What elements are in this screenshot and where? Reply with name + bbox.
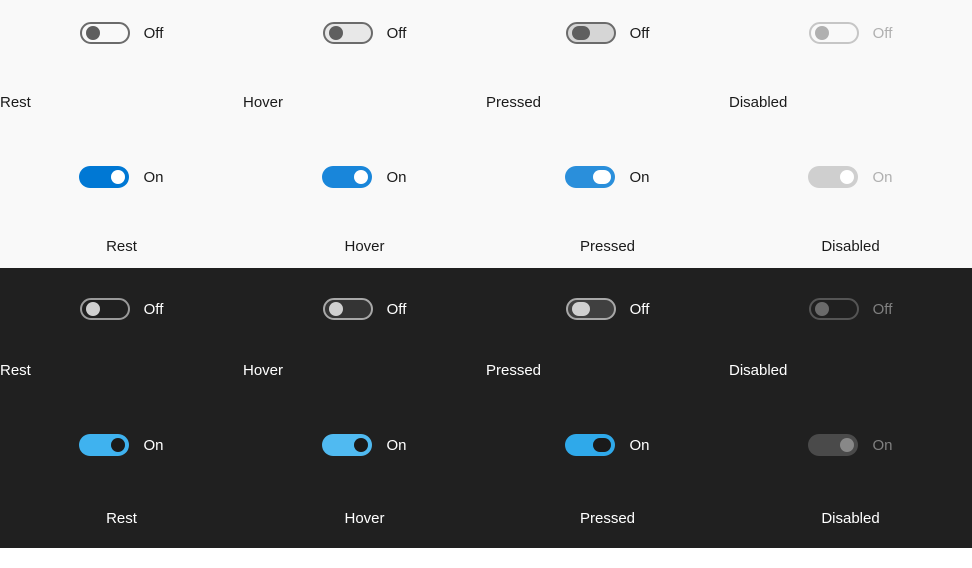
state-caption-disabled: Disabled [729, 362, 787, 379]
state-caption-pressed: Pressed [486, 94, 541, 111]
light-off-caption-row: Rest Hover Pressed Disabled [0, 72, 972, 144]
state-caption-hover: Hover [344, 238, 384, 255]
toggle-off-hover-light[interactable] [323, 22, 373, 44]
dark-off-caption-row: Rest Hover Pressed Disabled [0, 340, 972, 412]
toggle-value-label: On [386, 169, 406, 186]
toggle-off-disabled-dark [809, 298, 859, 320]
light-on-caption-row: Rest Hover Pressed Disabled [0, 216, 972, 268]
toggle-knob [111, 170, 125, 184]
toggle-value-label: On [629, 437, 649, 454]
state-caption-rest: Rest [0, 362, 31, 379]
toggle-knob [572, 26, 590, 40]
state-caption-hover: Hover [344, 510, 384, 527]
toggle-value-label: Off [630, 301, 650, 318]
toggle-value-label: Off [873, 25, 893, 42]
toggle-knob [329, 302, 343, 316]
toggle-knob [354, 170, 368, 184]
toggle-on-disabled-light [808, 166, 858, 188]
toggle-value-label: On [872, 169, 892, 186]
toggle-knob [572, 302, 590, 316]
toggle-value-label: Off [630, 25, 650, 42]
light-on-toggle-row: On On On On [0, 144, 972, 216]
toggle-off-pressed-light[interactable] [566, 22, 616, 44]
toggle-value-label: On [386, 437, 406, 454]
light-theme-section: Off Off Off Off Rest Hover Pressed Disa [0, 0, 972, 268]
toggle-knob [593, 438, 611, 452]
toggle-knob [354, 438, 368, 452]
toggle-knob [840, 170, 854, 184]
toggle-value-label: On [629, 169, 649, 186]
dark-off-toggle-row: Off Off Off Off [0, 268, 972, 340]
toggle-on-rest-dark[interactable] [79, 434, 129, 456]
state-caption-pressed: Pressed [486, 362, 541, 379]
toggle-on-hover-dark[interactable] [322, 434, 372, 456]
toggle-on-pressed-dark[interactable] [565, 434, 615, 456]
state-caption-disabled: Disabled [821, 510, 879, 527]
toggle-value-label: On [872, 437, 892, 454]
toggle-knob [815, 26, 829, 40]
toggle-on-disabled-dark [808, 434, 858, 456]
toggle-on-hover-light[interactable] [322, 166, 372, 188]
toggle-value-label: On [143, 437, 163, 454]
toggle-knob [815, 302, 829, 316]
toggle-value-label: Off [387, 25, 407, 42]
toggle-knob [593, 170, 611, 184]
toggle-value-label: Off [144, 301, 164, 318]
toggle-knob [840, 438, 854, 452]
light-off-toggle-row: Off Off Off Off [0, 0, 972, 72]
state-caption-rest: Rest [106, 238, 137, 255]
toggle-value-label: Off [144, 25, 164, 42]
state-caption-disabled: Disabled [729, 94, 787, 111]
toggle-off-rest-dark[interactable] [80, 298, 130, 320]
toggle-knob [86, 302, 100, 316]
dark-on-caption-row: Rest Hover Pressed Disabled [0, 484, 972, 548]
toggle-on-rest-light[interactable] [79, 166, 129, 188]
state-caption-pressed: Pressed [580, 510, 635, 527]
toggle-value-label: Off [873, 301, 893, 318]
toggle-knob [329, 26, 343, 40]
state-caption-rest: Rest [106, 510, 137, 527]
state-caption-pressed: Pressed [580, 238, 635, 255]
state-caption-rest: Rest [0, 94, 31, 111]
dark-on-toggle-row: On On On On [0, 412, 972, 484]
toggle-value-label: Off [387, 301, 407, 318]
toggle-off-rest-light[interactable] [80, 22, 130, 44]
toggle-on-pressed-light[interactable] [565, 166, 615, 188]
state-caption-hover: Hover [243, 94, 283, 111]
toggle-knob [111, 438, 125, 452]
toggle-off-pressed-dark[interactable] [566, 298, 616, 320]
toggle-off-disabled-light [809, 22, 859, 44]
state-caption-disabled: Disabled [821, 238, 879, 255]
toggle-off-hover-dark[interactable] [323, 298, 373, 320]
dark-theme-section: Off Off Off Off Rest Hover Pressed Disa [0, 268, 972, 548]
toggle-knob [86, 26, 100, 40]
state-caption-hover: Hover [243, 362, 283, 379]
toggle-value-label: On [143, 169, 163, 186]
